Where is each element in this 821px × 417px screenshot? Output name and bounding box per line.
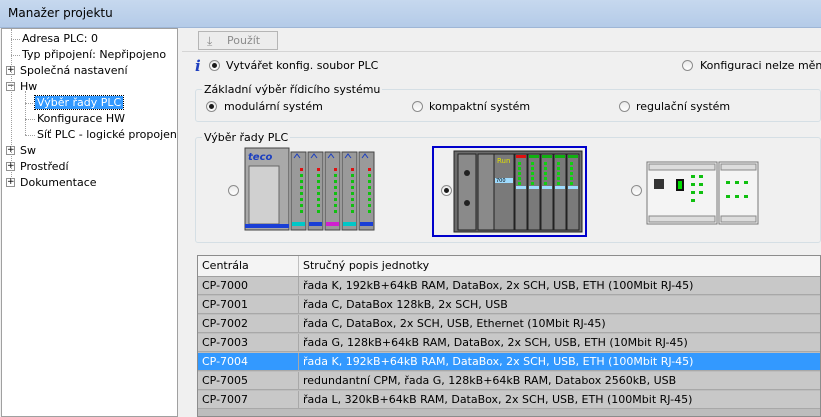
tree-item[interactable]: Hw — [18, 79, 39, 95]
regulation-system-label[interactable]: regulační systém — [636, 100, 730, 113]
tree-item-label: Typ připojení: Nepřipojeno — [22, 48, 167, 61]
table-row[interactable]: CP-7007 řada L, 320kB+64kB RAM, DataBox, … — [198, 391, 820, 409]
central-cell: CP-7000 — [198, 277, 299, 295]
tree-item-label: Dokumentace — [20, 176, 97, 189]
description-cell: řada L, 320kB+64kB RAM, DataBox, 2x SCH,… — [299, 391, 820, 409]
tree-item-label: Adresa PLC: 0 — [22, 32, 98, 45]
tree-item-label: Sw — [20, 144, 36, 157]
apply-button[interactable]: ⤓ Použít — [198, 31, 278, 50]
tree-connector — [11, 39, 20, 40]
tree-connector — [25, 119, 35, 120]
tree-item-label: Hw — [20, 80, 38, 93]
tree-item[interactable]: Společná nastavení — [18, 63, 130, 79]
central-cell: CP-7005 — [198, 372, 299, 390]
central-units-table: Centrála Stručný popis jednotky CP-7000 ř… — [197, 255, 821, 417]
central-cell: CP-7007 — [198, 391, 299, 409]
content-pane: ⤓ Použít i Vytvářet konfig. soubor PLC K… — [182, 28, 821, 417]
tree-item[interactable]: Sw — [18, 143, 38, 159]
modular-system-label[interactable]: modulární systém — [224, 100, 323, 113]
regulation-series-radio[interactable] — [631, 185, 642, 196]
window-title: Manažer projektu — [8, 6, 113, 20]
basic-selection-title: Základní výběr řídicího systému — [202, 83, 383, 96]
compact-display-text: 700 — [496, 178, 506, 184]
compact-run-text: Run — [497, 157, 510, 165]
modular-system-radio[interactable] — [206, 101, 217, 112]
central-cell: CP-7002 — [198, 315, 299, 333]
apply-label: Použít — [227, 34, 261, 47]
modular-series-radio[interactable] — [228, 185, 239, 196]
description-cell: řada C, DataBox, 2x SCH, USB, Ethernet (… — [299, 315, 820, 333]
tree-item[interactable]: Síť PLC - logické propojení — [35, 127, 178, 143]
options-row: i Vytvářet konfig. soubor PLC Konfigurac… — [182, 56, 821, 76]
tree-item-label: Výběr řady PLC — [33, 95, 125, 110]
regulation-plc-image[interactable] — [646, 161, 760, 225]
compact-plc-image[interactable]: Run 700 — [432, 146, 587, 237]
regulation-system-radio[interactable] — [619, 101, 630, 112]
tree-item-label: Prostředí — [20, 160, 69, 173]
central-cell: CP-7001 — [198, 296, 299, 314]
central-cell: CP-7003 — [198, 334, 299, 352]
tree-item[interactable]: Konfigurace HW — [35, 111, 127, 127]
modular-plc-image[interactable]: teco — [241, 146, 381, 234]
table-row[interactable]: CP-7003 řada G, 128kB+64kB RAM, DataBox, … — [198, 334, 820, 352]
column-header-central[interactable]: Centrála — [198, 256, 299, 276]
column-header-description[interactable]: Stručný popis jednotky — [299, 256, 820, 276]
tree-connector — [11, 29, 12, 181]
tree-connector — [25, 91, 26, 135]
basic-selection-group: Základní výběr řídicího systému modulárn… — [195, 83, 821, 122]
table-row[interactable]: CP-7000 řada K, 192kB+64kB RAM, DataBox, … — [198, 277, 820, 295]
series-selection-group: Výběr řady PLC teco Run 700 — [195, 131, 821, 243]
modular-plc-drawing: teco — [244, 147, 375, 231]
table-header: Centrála Stručný popis jednotky — [198, 256, 820, 277]
regulation-plc-drawing — [646, 161, 759, 225]
central-cell: CP-7004 — [198, 353, 299, 371]
description-cell: řada K, 192kB+64kB RAM, DataBox, 2x SCH,… — [299, 353, 820, 371]
tree-item[interactable]: Prostředí — [18, 159, 71, 175]
tree-item-label: Společná nastavení — [20, 64, 128, 77]
create-config-radio[interactable] — [209, 60, 220, 71]
tree-item[interactable]: Adresa PLC: 0 — [20, 31, 100, 47]
tree-item[interactable]: Typ připojení: Nepřipojeno — [20, 47, 168, 63]
create-config-label[interactable]: Vytvářet konfig. soubor PLC — [226, 59, 378, 72]
description-cell: řada G, 128kB+64kB RAM, DataBox, 2x SCH,… — [299, 334, 820, 352]
series-selection-title: Výběr řady PLC — [202, 131, 291, 144]
table-row[interactable]: CP-7004 řada K, 192kB+64kB RAM, DataBox, … — [198, 353, 820, 371]
title-bar: Manažer projektu — [0, 0, 821, 28]
tree-connector — [11, 55, 20, 56]
locked-config-label[interactable]: Konfiguraci nelze měnit — [700, 59, 821, 72]
tree-item[interactable]: Dokumentace — [18, 175, 99, 191]
apply-icon: ⤓ — [207, 34, 213, 48]
table-row[interactable]: CP-7002 řada C, DataBox, 2x SCH, USB, Eth… — [198, 315, 820, 333]
locked-config-radio[interactable] — [682, 60, 693, 71]
toolbar: ⤓ Použít — [182, 28, 821, 52]
info-icon: i — [195, 57, 201, 75]
description-cell: redundantní CPM, řada G, 128kB+64kB RAM,… — [299, 372, 820, 390]
compact-plc-drawing: Run 700 — [453, 150, 583, 233]
description-cell: řada C, DataBox 128kB, 2x SCH, USB — [299, 296, 820, 314]
tree-item-label: Konfigurace HW — [37, 112, 125, 125]
tree-item[interactable]: Výběr řady PLC — [33, 95, 125, 111]
table-row[interactable]: CP-7005 redundantní CPM, řada G, 128kB+64… — [198, 372, 820, 390]
table-row[interactable]: CP-7001 řada C, DataBox 128kB, 2x SCH, US… — [198, 296, 820, 314]
modular-logo-text: teco — [248, 152, 272, 163]
project-tree[interactable]: Adresa PLC: 0 Typ připojení: Nepřipojeno S… — [1, 28, 178, 417]
compact-system-label[interactable]: kompaktní systém — [429, 100, 530, 113]
tree-item-label: Síť PLC - logické propojení — [37, 128, 178, 141]
compact-system-radio[interactable] — [412, 101, 423, 112]
tree-connector — [25, 103, 35, 104]
description-cell: řada K, 192kB+64kB RAM, DataBox, 2x SCH,… — [299, 277, 820, 295]
tree-connector — [25, 135, 35, 136]
